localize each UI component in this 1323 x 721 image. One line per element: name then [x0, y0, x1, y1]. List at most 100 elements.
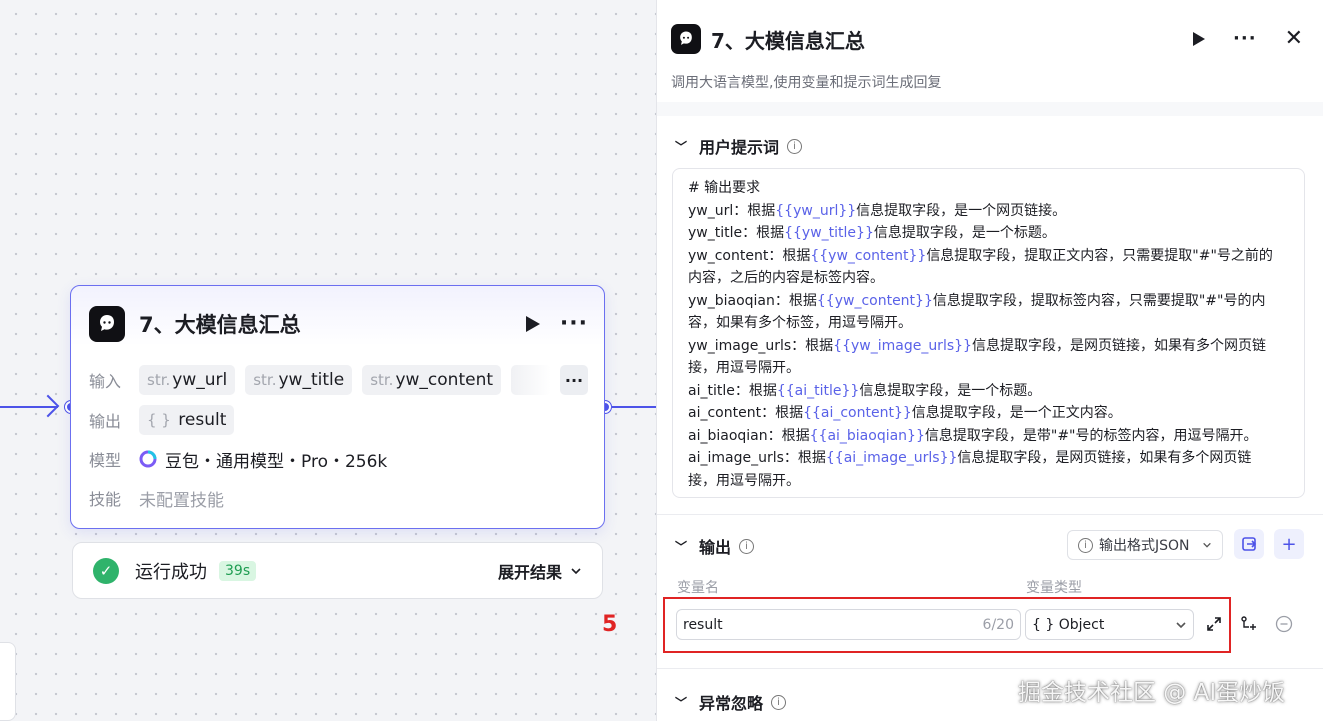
- user-prompt-section-header[interactable]: ﹀ 用户提示词 i: [675, 134, 803, 158]
- prompt-line: yw_url：根据{{yw_url}}信息提取字段，是一个网页链接。: [688, 200, 1289, 223]
- expand-icon[interactable]: [1206, 616, 1222, 636]
- output-format-label: 输出格式JSON: [1099, 538, 1190, 554]
- panel-run-play-icon[interactable]: [1193, 32, 1206, 46]
- node-more-icon[interactable]: ···: [560, 313, 588, 335]
- skill-label: 技能: [89, 490, 122, 509]
- input-tag-yw-title: str. yw_title: [245, 365, 353, 395]
- prompt-line: ai_content：根据{{ai_content}}信息提取字段，是一个正文内…: [688, 402, 1289, 425]
- step-number-marker: 5: [602, 612, 618, 637]
- chevron-down-icon: [1176, 621, 1186, 628]
- prompt-text: yw_title：根据: [688, 225, 785, 241]
- model-label: 模型: [89, 451, 122, 470]
- column-variable-name: 变量名: [677, 580, 719, 596]
- output-tag-result: { } result: [139, 405, 235, 435]
- user-prompt-editor[interactable]: # 输出要求 yw_url：根据{{yw_url}}信息提取字段，是一个网页链接。…: [672, 168, 1305, 498]
- incoming-edge-arrow: [36, 394, 60, 418]
- prompt-text: ai_content：根据: [688, 405, 804, 421]
- output-section-header[interactable]: ﹀ 输出 i: [675, 534, 755, 558]
- prompt-text: yw_biaoqian：根据: [688, 292, 817, 309]
- outgoing-edge: [612, 406, 656, 408]
- prompt-line: yw_content：根据{{yw_content}}信息提取字段，提取正文内容…: [688, 245, 1289, 268]
- input-label: 输入: [89, 372, 122, 391]
- info-icon[interactable]: i: [787, 138, 803, 154]
- output-section-label: 输出: [699, 538, 732, 557]
- chevron-down-icon[interactable]: ﹀: [675, 538, 687, 555]
- output-label: 输出: [89, 412, 122, 431]
- model-value: 豆包・通用模型・Pro・256k: [165, 451, 388, 472]
- success-check-icon: ✓: [93, 557, 119, 584]
- input-tag-overflow-fade: [511, 365, 552, 395]
- panel-title: 7、大模信息汇总: [711, 28, 865, 53]
- section-divider: [657, 668, 1323, 669]
- prompt-text: # 输出要求: [688, 180, 761, 196]
- prompt-variable-reference: {{ai_title}}: [776, 382, 860, 399]
- run-node-play-icon[interactable]: [525, 316, 540, 332]
- input-tag-yw-content: str. yw_content: [362, 365, 502, 395]
- add-child-field-icon[interactable]: [1240, 615, 1258, 637]
- node-title: 7、大模信息汇总: [139, 313, 301, 337]
- prompt-text: 信息提取字段，提取正文内容，只需要提取"#"号之前的: [926, 247, 1273, 264]
- panel-more-icon[interactable]: ···: [1233, 30, 1257, 48]
- node-model-row: 模型 豆包・通用模型・Pro・256k: [89, 443, 588, 475]
- remove-field-icon[interactable]: [1275, 615, 1293, 637]
- expand-results-label: 展开结果: [497, 562, 562, 582]
- prompt-variable-reference: {{yw_image_urls}}: [833, 337, 972, 354]
- prompt-variable-reference: {{ai_biaoqian}}: [809, 427, 925, 444]
- prompt-text: 信息提取字段，是一个标题。: [873, 225, 1056, 241]
- prompt-variable-reference: {{yw_title}}: [784, 225, 874, 241]
- prompt-variable-reference: {{yw_url}}: [775, 202, 857, 219]
- output-variable-name-input[interactable]: result 6/20: [676, 609, 1021, 640]
- output-variable-type-value: { } Object: [1032, 616, 1105, 633]
- llm-node-card[interactable]: 7、大模信息汇总 ··· 输入 str. yw_url str. yw_title …: [70, 285, 605, 529]
- add-output-button[interactable]: +: [1274, 529, 1304, 559]
- output-variable-type-select[interactable]: { } Object: [1025, 609, 1194, 640]
- prompt-text: 容，如果有多个标签，用逗号隔开。: [688, 315, 912, 331]
- prompt-text: 信息提取字段，是带"#"号的标签内容，用逗号隔开。: [924, 427, 1258, 444]
- import-output-button[interactable]: [1234, 529, 1264, 559]
- prompt-variable-reference: {{yw_content}}: [810, 247, 927, 264]
- close-icon[interactable]: ✕: [1285, 28, 1303, 50]
- prompt-text: 信息提取字段，是一个网页链接。: [856, 202, 1067, 219]
- run-status-bar[interactable]: ✓ 运行成功 39s 展开结果: [72, 542, 603, 599]
- watermark: 掘金技术社区 @ AI蛋炒饭: [1018, 680, 1286, 706]
- inputs-more-button[interactable]: ···: [560, 365, 588, 395]
- prompt-text: 信息提取字段，是网页链接，如果有多个网页链: [971, 337, 1266, 354]
- user-prompt-label: 用户提示词: [699, 138, 780, 157]
- llm-bot-icon: [671, 24, 701, 54]
- output-format-select[interactable]: i 输出格式JSON: [1067, 530, 1223, 560]
- prompt-line: 接，用逗号隔开。: [688, 470, 1289, 493]
- prompt-line: yw_title：根据{{yw_title}}信息提取字段，是一个标题。: [688, 222, 1289, 245]
- node-skill-row: 技能 未配置技能: [89, 482, 588, 514]
- prompt-text: 信息提取字段，是一个正文内容。: [911, 405, 1122, 421]
- prompt-line: 接，用逗号隔开。: [688, 357, 1289, 380]
- prompt-text: 信息提取字段，是网页链接，如果有多个网页链: [957, 450, 1252, 466]
- output-variable-name-value: result: [683, 616, 723, 633]
- exception-ignore-section-header[interactable]: ﹀ 异常忽略 i: [675, 690, 787, 714]
- prompt-variable-reference: {{ai_content}}: [803, 405, 912, 421]
- prompt-text: yw_url：根据: [688, 202, 776, 219]
- skill-value: 未配置技能: [139, 490, 224, 511]
- prompt-variable-reference: {{yw_content}}: [816, 292, 933, 309]
- partial-node-card: [0, 642, 16, 721]
- prompt-line: yw_image_urls：根据{{yw_image_urls}}信息提取字段，…: [688, 335, 1289, 358]
- prompt-line: 容，如果有多个标签，用逗号隔开。: [688, 312, 1289, 335]
- prompt-text: 接，用逗号隔开。: [688, 472, 800, 489]
- llm-bot-icon: [89, 306, 125, 342]
- chevron-down-icon[interactable]: ﹀: [675, 138, 687, 155]
- info-icon[interactable]: i: [771, 694, 787, 710]
- prompt-line: yw_biaoqian：根据{{yw_content}}信息提取字段，提取标签内…: [688, 290, 1289, 313]
- plus-icon: +: [1281, 533, 1297, 555]
- panel-section-gap: [657, 102, 1323, 116]
- info-icon[interactable]: i: [739, 538, 755, 554]
- export-icon: [1242, 537, 1257, 551]
- column-variable-type: 变量类型: [1026, 580, 1082, 596]
- prompt-line: ai_image_urls：根据{{ai_image_urls}}信息提取字段，…: [688, 447, 1289, 470]
- char-counter: 6/20: [982, 616, 1014, 633]
- exception-ignore-label: 异常忽略: [699, 694, 764, 713]
- input-tag-yw-url: str. yw_url: [139, 365, 236, 395]
- panel-header: 7、大模信息汇总 ··· ✕: [671, 22, 1303, 56]
- expand-results-button[interactable]: 展开结果: [498, 559, 582, 583]
- chevron-down-icon: [1203, 542, 1211, 548]
- chevron-down-icon[interactable]: ﹀: [675, 694, 687, 711]
- prompt-text: 内容，之后的内容是标签内容。: [688, 270, 884, 286]
